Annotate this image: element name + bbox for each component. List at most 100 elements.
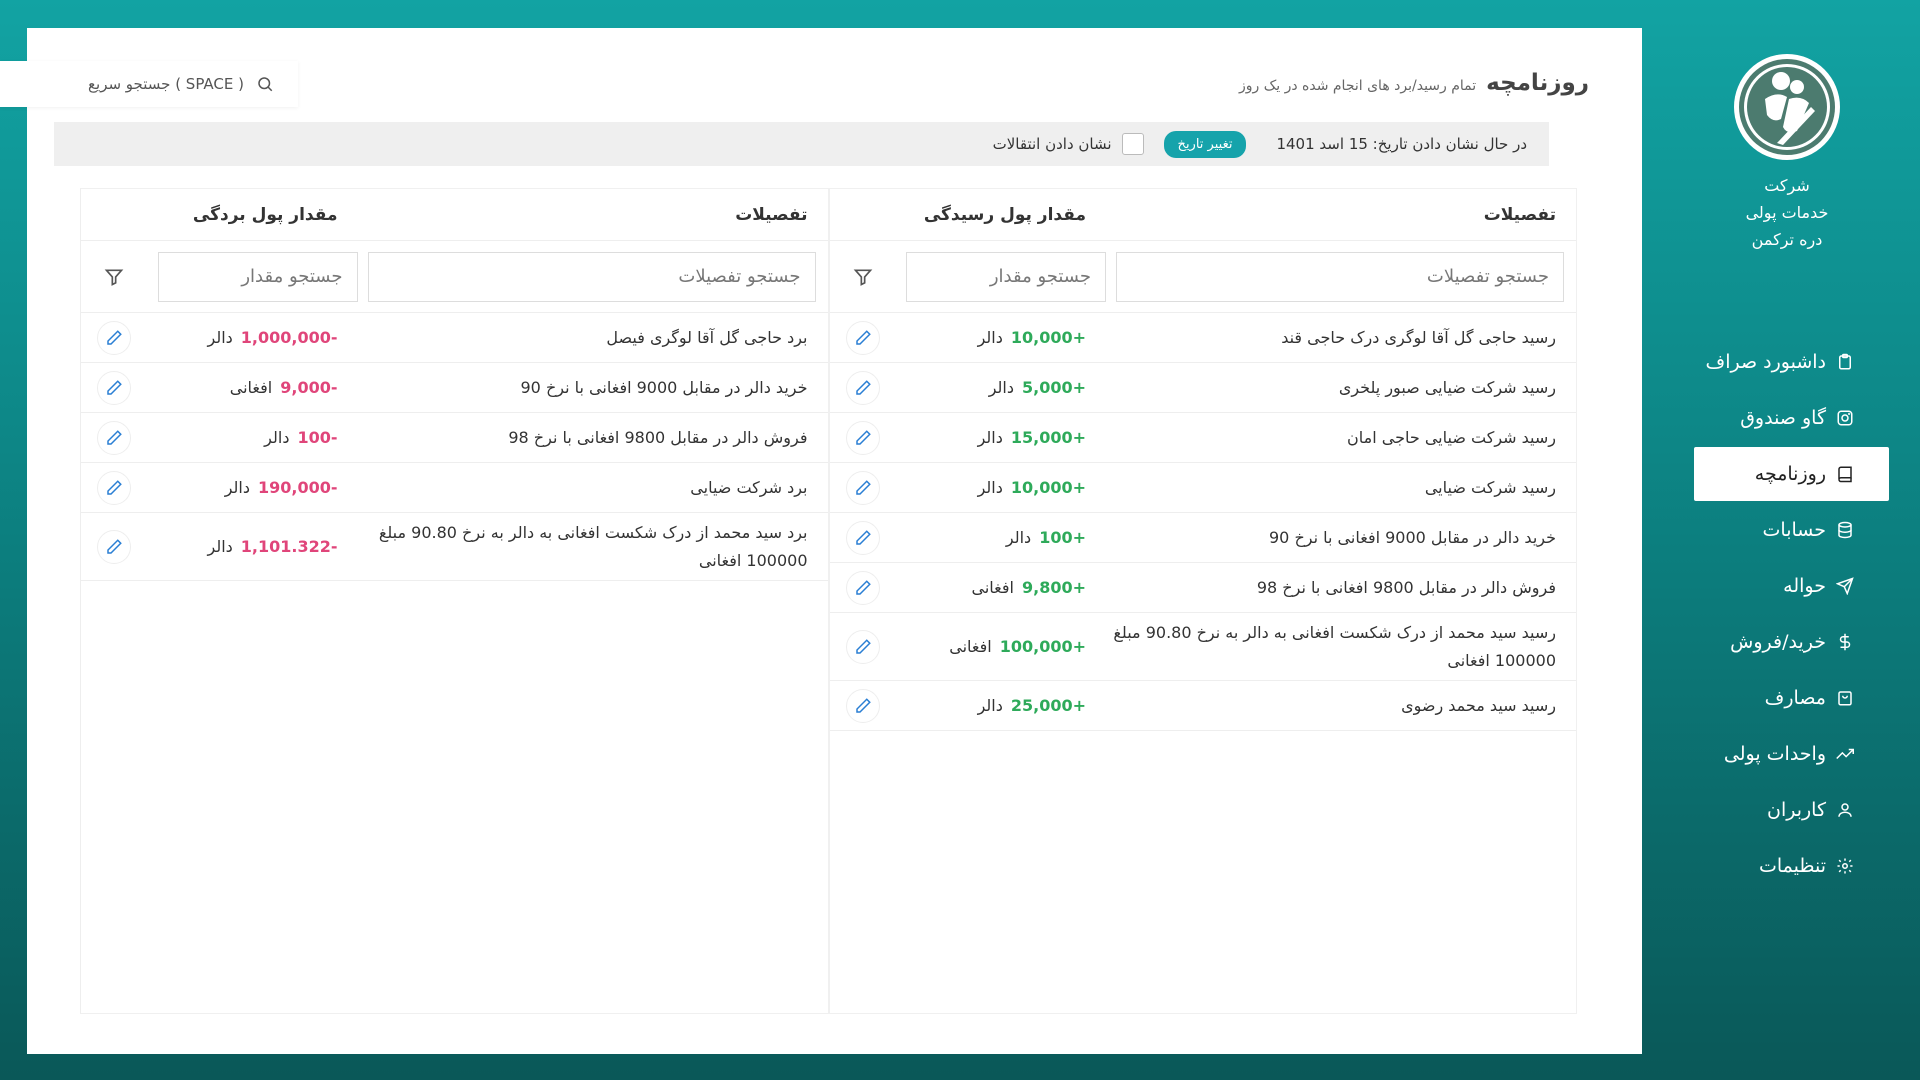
pencil-icon — [107, 538, 123, 554]
quick-search-input[interactable]: جستجو سریع ( SPACE ) — [0, 61, 298, 107]
sidebar-item-settings[interactable]: تنظیمات — [1694, 839, 1889, 893]
column-header-amount[interactable]: مقدار پول رسیدگی — [896, 205, 1106, 225]
edit-button[interactable] — [845, 570, 880, 605]
row-currency: افغانی — [949, 637, 992, 656]
row-amount: +9,800 — [1021, 578, 1086, 597]
edit-button[interactable] — [845, 629, 880, 664]
row-amount: +100 — [1039, 528, 1086, 547]
sidebar-item-journal[interactable]: روزنامچه — [1694, 447, 1889, 501]
row-currency: دالر — [264, 428, 290, 447]
row-amount: -100 — [297, 428, 338, 447]
column-header-details[interactable]: تفصیلات — [1106, 205, 1576, 225]
row-amount: -1,000,000 — [240, 328, 338, 347]
row-currency: دالر — [988, 378, 1014, 397]
table-row: برد حاجی گل آقا لوگری فیصل -1,000,000 دالر — [81, 313, 828, 363]
logo-emblem-icon — [1739, 59, 1835, 155]
gear-icon — [1837, 858, 1853, 874]
edit-button[interactable] — [845, 688, 880, 723]
edit-button[interactable] — [97, 529, 132, 564]
company-name-line: خدمات پولی — [1745, 203, 1829, 222]
details-search-input[interactable]: جستجو تفصیلات — [367, 251, 816, 302]
row-currency: دالر — [224, 478, 250, 497]
edit-button[interactable] — [97, 320, 132, 355]
pencil-icon — [856, 529, 871, 545]
row-currency: دالر — [977, 328, 1003, 347]
amount-search-input[interactable]: جستجو مقدار — [906, 251, 1106, 302]
sidebar-item-safe[interactable]: گاو صندوق — [1694, 391, 1889, 445]
row-amount: +15,000 — [1010, 428, 1086, 447]
edit-button[interactable] — [97, 370, 132, 405]
receipts-filter-row: جستجو تفصیلات جستجو مقدار — [829, 241, 1576, 313]
row-details: برد حاجی گل آقا لوگری فیصل — [606, 327, 808, 347]
page-header: روزنامچه تمام رسید/برد های انجام شده در … — [1239, 70, 1589, 96]
filter-icon[interactable] — [853, 267, 873, 287]
row-amount-cell: +25,000 دالر — [896, 696, 1106, 715]
edit-button[interactable] — [97, 420, 132, 455]
row-currency: افغانی — [229, 378, 273, 397]
row-details: رسید سید محمد رضوی — [1401, 695, 1556, 715]
payments-filter-row: جستجو تفصیلات جستجو مقدار — [81, 241, 828, 313]
pencil-icon — [856, 479, 871, 495]
sidebar-nav: داشبورد صراف گاو صندوق روزنامچه حسابات ح… — [1694, 335, 1889, 895]
row-amount: +5,000 — [1021, 378, 1086, 397]
sidebar-item-accounts[interactable]: حسابات — [1694, 503, 1889, 557]
row-amount: +10,000 — [1010, 478, 1086, 497]
company-name: شرکت خدمات پولی دره ترکمن — [1707, 172, 1867, 253]
details-search-input[interactable]: جستجو تفصیلات — [1116, 251, 1564, 302]
row-amount-cell: -100 دالر — [148, 428, 358, 447]
edit-button[interactable] — [845, 370, 880, 405]
edit-button[interactable] — [97, 470, 132, 505]
quick-search-placeholder: جستجو سریع ( SPACE ) — [88, 75, 244, 93]
pencil-icon — [856, 429, 871, 445]
journal-tables: تفصیلات مقدار پول رسیدگی جستجو تفصیلات ج… — [80, 188, 1577, 1014]
change-date-button[interactable]: تغییر تاریخ — [1163, 130, 1247, 158]
search-icon — [258, 77, 273, 92]
clipboard-icon — [1839, 353, 1851, 370]
row-details: رسید سید محمد از درک شکست افغانی به دالر… — [1113, 622, 1556, 670]
table-row: رسید شرکت ضیایی +10,000 دالر — [829, 463, 1576, 513]
pencil-icon — [856, 329, 871, 345]
company-name-line: شرکت — [1764, 176, 1810, 195]
row-details: برد شرکت ضیایی — [690, 477, 808, 497]
row-details: برد سید محمد از درک شکست افغانی به دالر … — [378, 522, 808, 570]
sidebar-item-label: تنظیمات — [1758, 855, 1826, 877]
payments-table: تفصیلات مقدار پول بردگی جستجو تفصیلات جس… — [80, 188, 829, 1014]
pencil-icon — [856, 638, 871, 654]
edit-button[interactable] — [845, 420, 880, 455]
sidebar-item-transfer[interactable]: حواله — [1694, 559, 1889, 613]
sidebar-item-exchange[interactable]: خرید/فروش — [1694, 615, 1889, 669]
table-row: رسید سید محمد از درک شکست افغانی به دالر… — [829, 613, 1576, 681]
edit-button[interactable] — [845, 470, 880, 505]
row-amount-cell: +10,000 دالر — [896, 478, 1106, 497]
filter-icon[interactable] — [104, 267, 124, 287]
sidebar-item-expenses[interactable]: مصارف — [1694, 671, 1889, 725]
sidebar-item-currencies[interactable]: واحدات پولی — [1694, 727, 1889, 781]
show-transfers-checkbox[interactable] — [1121, 133, 1144, 155]
row-details: رسید حاجی گل آقا لوگری درک حاجی قند — [1281, 327, 1556, 347]
pencil-icon — [107, 379, 123, 395]
table-row: فروش دالر در مقابل 9800 افغانی با نرخ 98… — [829, 563, 1576, 613]
row-details: رسید شرکت ضیایی — [1424, 477, 1556, 497]
amount-search-input[interactable]: جستجو مقدار — [157, 251, 358, 302]
table-row: رسید حاجی گل آقا لوگری درک حاجی قند +10,0… — [829, 313, 1576, 363]
row-amount-cell: +100 دالر — [896, 528, 1106, 547]
edit-button[interactable] — [845, 320, 880, 355]
row-currency: دالر — [977, 478, 1003, 497]
safe-icon — [1837, 410, 1853, 426]
edit-button[interactable] — [845, 520, 880, 555]
row-amount-cell: +15,000 دالر — [896, 428, 1106, 447]
column-header-amount[interactable]: مقدار پول بردگی — [148, 205, 358, 225]
sidebar-item-users[interactable]: کاربران — [1694, 783, 1889, 837]
table-row: برد شرکت ضیایی -190,000 دالر — [81, 463, 828, 513]
row-amount-cell: +100,000 افغانی — [896, 637, 1106, 656]
pencil-icon — [107, 329, 123, 345]
payments-table-header: تفصیلات مقدار پول بردگی — [81, 189, 828, 241]
sidebar-item-label: حسابات — [1762, 519, 1826, 541]
column-header-details[interactable]: تفصیلات — [358, 205, 828, 225]
row-currency: دالر — [207, 328, 233, 347]
sidebar-item-dashboard[interactable]: داشبورد صراف — [1694, 335, 1889, 389]
show-transfers-label: نشان دادن انتقالات — [992, 135, 1112, 153]
sidebar-item-label: داشبورد صراف — [1705, 351, 1826, 373]
row-amount: +25,000 — [1010, 696, 1086, 715]
row-details: فروش دالر در مقابل 9800 افغانی با نرخ 98 — [1256, 577, 1556, 597]
